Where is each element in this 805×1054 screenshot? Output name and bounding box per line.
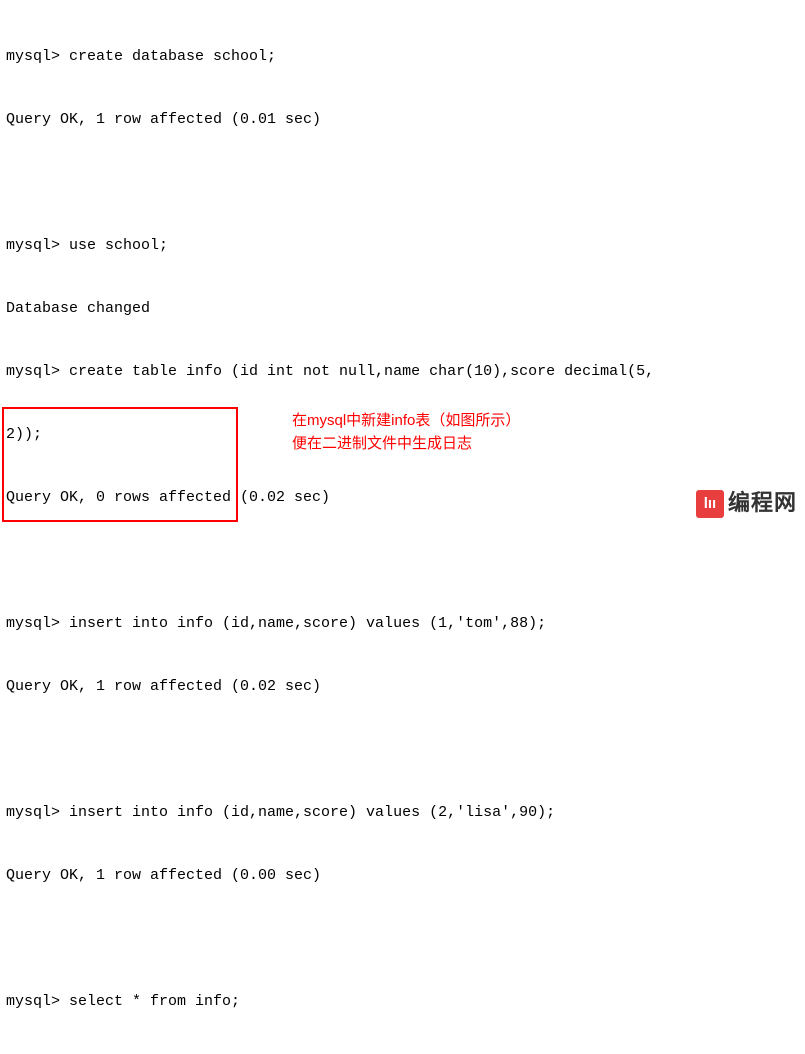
terminal-line: mysql> select * from info; (6, 991, 799, 1012)
terminal-line (6, 550, 799, 571)
watermark-text: 编程网 (728, 488, 797, 519)
terminal-line: mysql> insert into info (id,name,score) … (6, 613, 799, 634)
terminal-line: Query OK, 1 row affected (0.02 sec) (6, 676, 799, 697)
terminal-line (6, 928, 799, 949)
terminal-line: mysql> insert into info (id,name,score) … (6, 802, 799, 823)
terminal-line: mysql> create database school; (6, 46, 799, 67)
watermark-logo-icon: lıı (696, 490, 724, 518)
annotation-text: 在mysql中新建info表（如图所示） 便在二进制文件中生成日志 (292, 410, 520, 455)
terminal-line: Query OK, 1 row affected (0.00 sec) (6, 865, 799, 886)
annotation-line1: 在mysql中新建info表（如图所示） (292, 410, 520, 433)
terminal-line: mysql> create table info (id int not nul… (6, 361, 799, 382)
watermark: lıı 编程网 (696, 488, 797, 519)
terminal-line: mysql> use school; (6, 235, 799, 256)
terminal-line: Database changed (6, 298, 799, 319)
terminal-line: Query OK, 1 row affected (0.01 sec) (6, 109, 799, 130)
terminal-line (6, 739, 799, 760)
terminal-line (6, 172, 799, 193)
terminal-output: mysql> create database school; Query OK,… (6, 4, 799, 1054)
terminal-line: Query OK, 0 rows affected (0.02 sec) (6, 487, 799, 508)
annotation-line2: 便在二进制文件中生成日志 (292, 433, 520, 456)
